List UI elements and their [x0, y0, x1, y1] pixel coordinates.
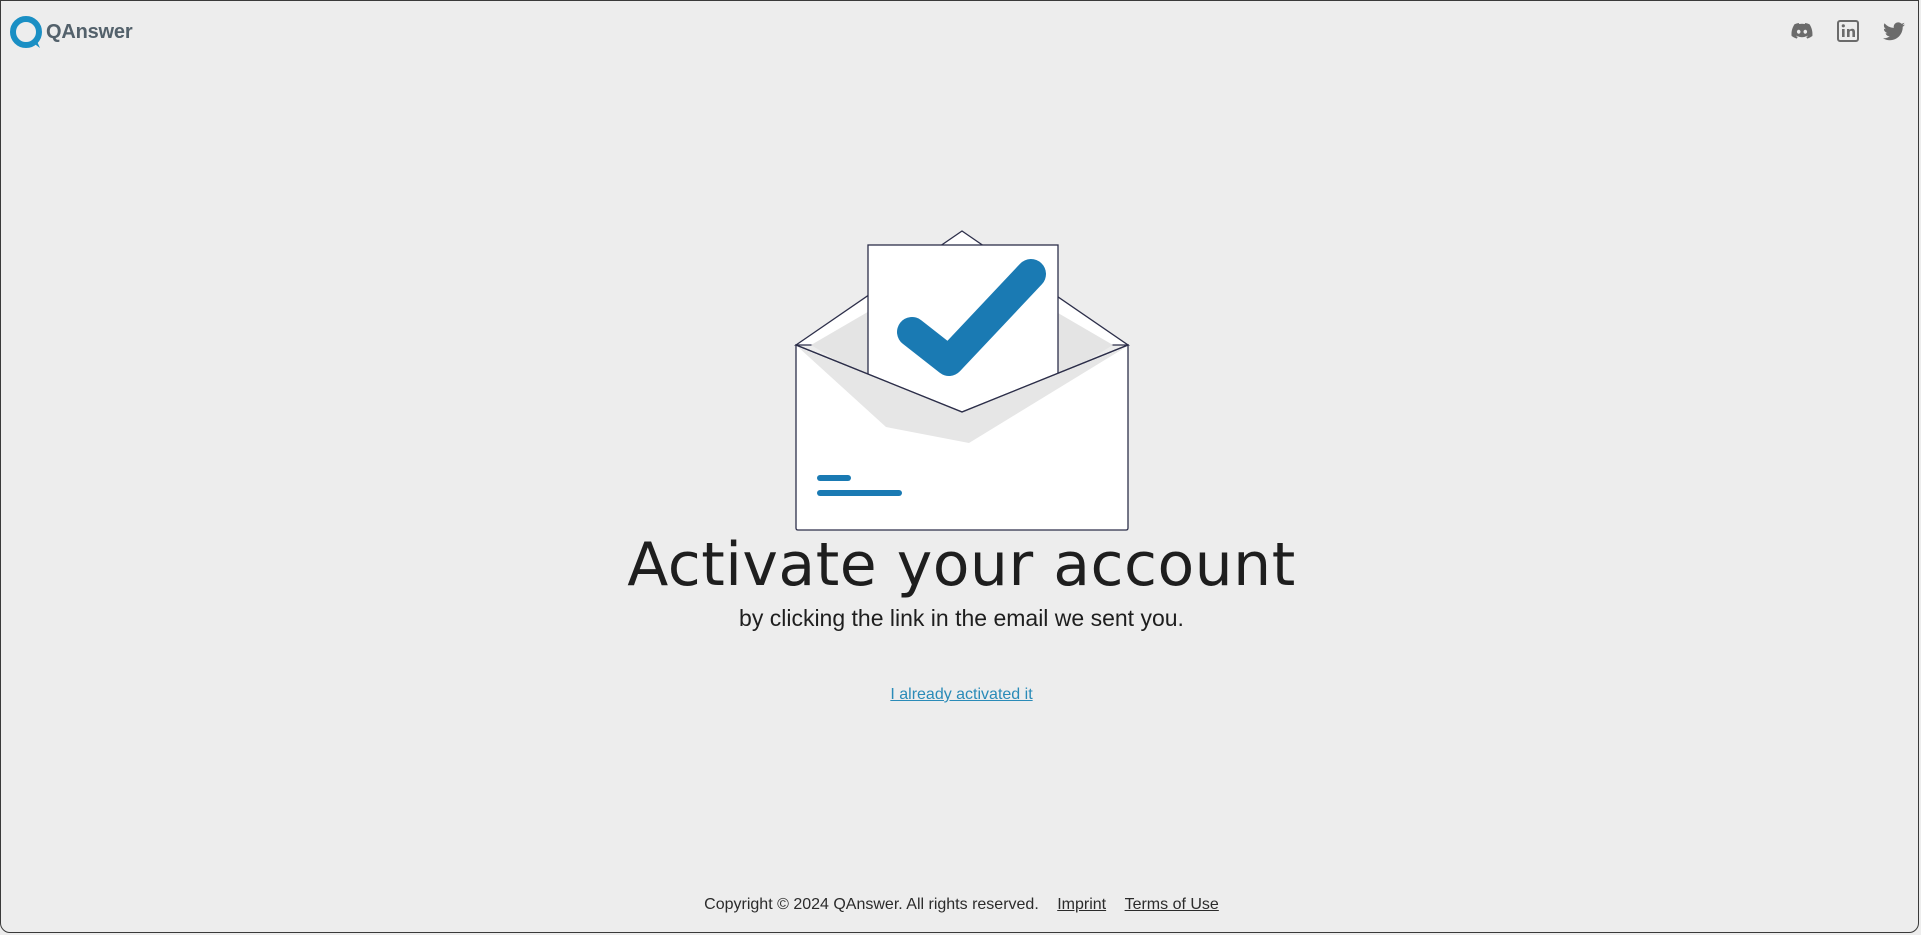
envelope-checkmark-icon: [793, 230, 1131, 531]
top-bar: QAnswer: [1, 1, 1918, 63]
already-activated-link[interactable]: I already activated it: [890, 686, 1032, 703]
twitter-icon: [1883, 22, 1905, 41]
activated-link-container: I already activated it: [1, 685, 1921, 705]
logo-text: QAnswer: [46, 20, 133, 43]
linkedin-icon: [1837, 20, 1859, 42]
app-window: QAnswer Activate your account by clickin…: [0, 0, 1919, 933]
discord-icon: [1791, 23, 1813, 39]
footer: Copyright © 2024 QAnswer. All rights res…: [1, 895, 1921, 915]
terms-of-use-link[interactable]: Terms of Use: [1125, 896, 1219, 913]
social-links: [1790, 19, 1906, 43]
page-subtitle: by clicking the link in the email we sen…: [739, 605, 1184, 631]
linkedin-link[interactable]: [1836, 19, 1860, 43]
copyright-text: Copyright © 2024 QAnswer. All rights res…: [704, 896, 1039, 913]
twitter-link[interactable]: [1882, 19, 1906, 43]
page-title: Activate your account: [627, 530, 1296, 600]
discord-link[interactable]: [1790, 19, 1814, 43]
logo-link[interactable]: QAnswer: [9, 15, 133, 49]
qanswer-logo-icon: [10, 16, 42, 48]
imprint-link[interactable]: Imprint: [1057, 896, 1106, 913]
